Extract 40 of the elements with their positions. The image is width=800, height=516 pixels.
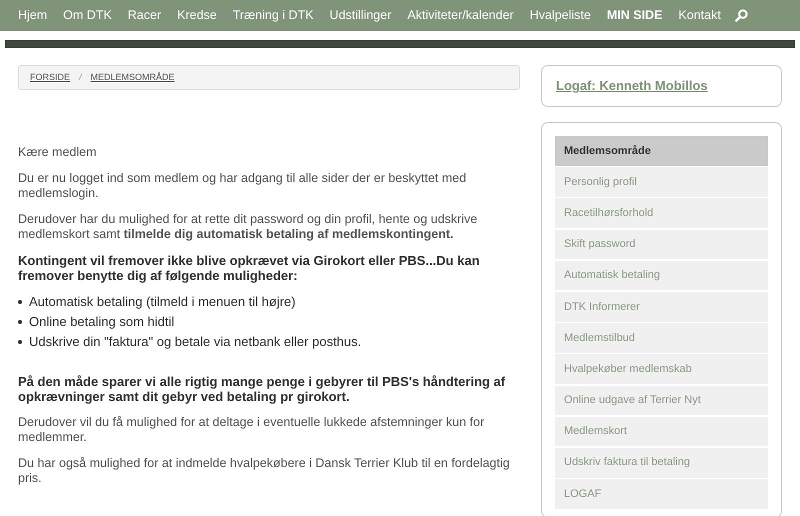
menu-item[interactable]: Udskriv faktura til betaling [555,448,768,478]
menu-item[interactable]: Medlemstilbud [555,323,768,353]
list-item: Automatisk betaling (tilmeld i menuen til højre) [29,294,296,309]
menu-item[interactable]: Skift password [555,230,768,260]
paragraph: På den måde sparer vi alle rigtig mange penge i gebyrer til PBS's håndtering af opkrævninger samt dit gebyr ved betaling pr girokort. [18,374,506,404]
logout-link[interactable]: Logaf: Kenneth Mobillos [556,76,708,96]
search-icon[interactable] [734,9,748,22]
nav-link[interactable]: Hjem [10,6,56,25]
paragraph: Kontingent vil fremover ikke blive opkrævet via Girokort eller PBS...Du kan fremover benytte dig af følgende muligheder: [18,253,481,283]
nav-link[interactable]: Udstillinger [322,6,400,25]
paragraph: Du har også mulighed for at indmelde hvalpekøbere i Dansk Terrier Klub til en fordelagtig pris. [18,456,511,486]
breadcrumb-link[interactable]: FORSIDE [30,70,70,84]
bullet-icon [18,300,22,304]
nav-link[interactable]: Hvalpeliste [522,6,599,25]
nav-link[interactable]: MIN SIDE [598,6,670,25]
paragraph: Kære medlem [18,145,98,160]
nav-link[interactable]: Træning i DTK [224,6,322,25]
menu-item[interactable]: Medlemsområde [555,136,768,166]
bullet-icon [18,320,22,324]
menu-item[interactable]: Medlemskort [555,416,768,446]
nav-link[interactable]: Kredse [169,6,225,25]
list-item: Online betaling som hidtil [29,314,174,329]
paragraph: Du er nu logget ind som medlem og har adgang til alle sider der er beskyttet med medlemslogin. [18,171,468,201]
breadcrumb-link[interactable]: MEDLEMSOMRÅDE [90,70,175,84]
nav-link[interactable]: Racer [120,6,170,25]
breadcrumb-separator: / [79,70,82,84]
paragraph: Derudover vil du få mulighed for at deltage i eventuelle lukkede afstemninger kun for medlemmer. [18,415,486,445]
paragraph: Derudover har du mulighed for at rette dit password og din profil, hente og udskrive medlemskort samt tilmelde dig automatisk betaling af medlemskontingent. [18,212,478,242]
list-item: Udskrive din "faktura" og betale via netbank eller posthus. [29,334,362,349]
menu-item[interactable]: Hvalpekøber medlemskab [555,354,768,384]
nav-link[interactable]: Aktiviteter/kalender [399,6,522,25]
menu-item[interactable]: Online udgave af Terrier Nyt [555,386,768,416]
menu-item[interactable]: DTK Informerer [555,292,768,322]
menu-item[interactable]: Automatisk betaling [555,260,768,290]
menu-item[interactable]: LOGAF [555,479,768,509]
nav-link[interactable]: Om DTK [55,6,120,25]
bullet-icon [18,340,22,344]
menu-item[interactable]: Racetilhørsforhold [555,198,768,228]
menu-item[interactable]: Personlig profil [555,167,768,197]
nav-link[interactable]: Kontakt [670,6,729,25]
